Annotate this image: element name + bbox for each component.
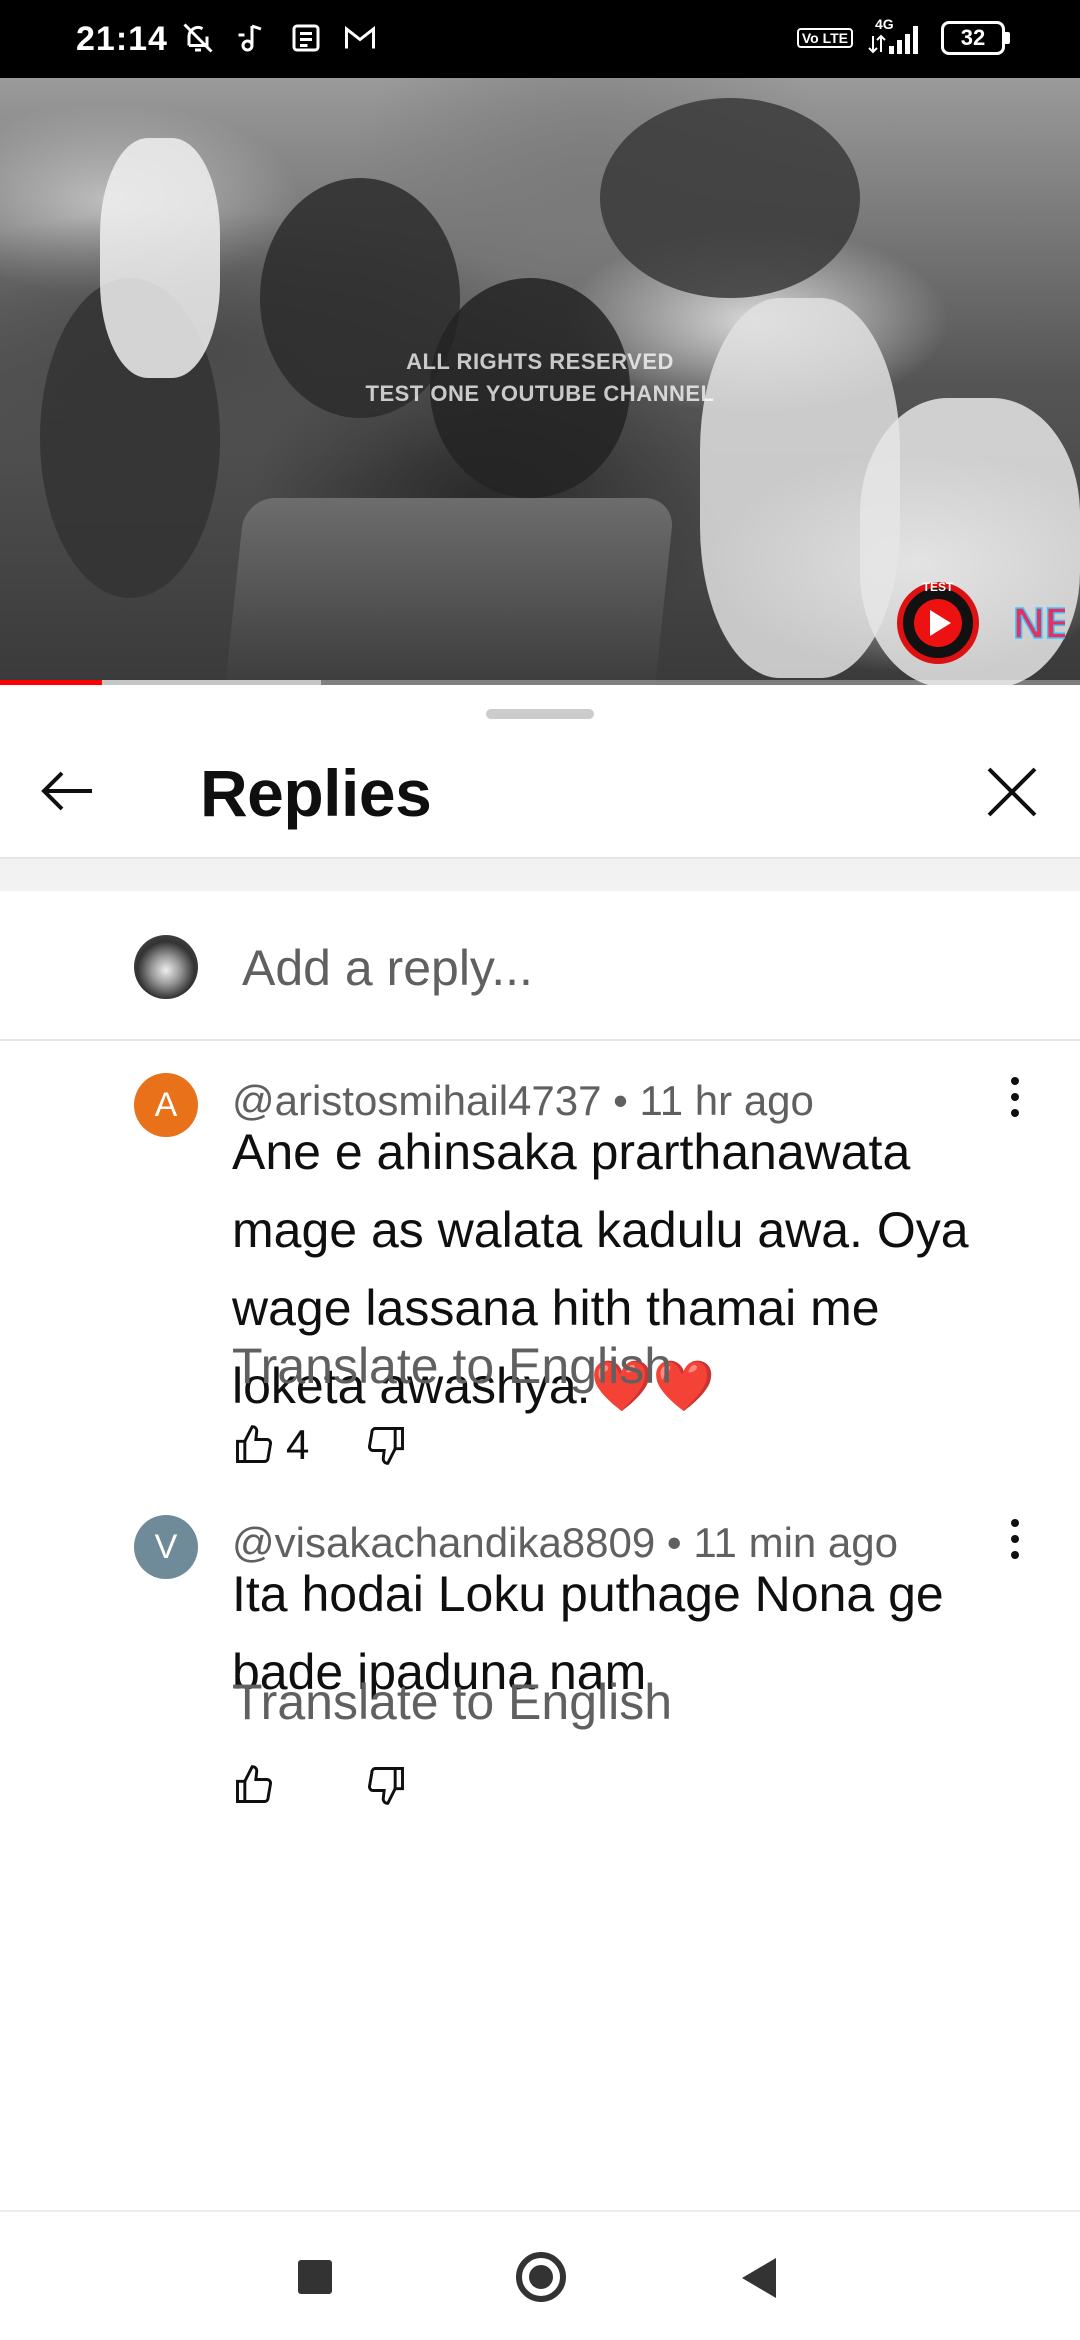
- home-button[interactable]: [516, 2252, 566, 2302]
- avatar: [134, 935, 198, 999]
- close-button[interactable]: [975, 755, 1055, 827]
- video-watermark: ALL RIGHTS RESERVED TEST ONE YOUTUBE CHA…: [340, 346, 740, 410]
- news-icon: [288, 20, 324, 56]
- status-right-icons: Vo LTE 4G 32: [796, 16, 1010, 56]
- translate-button[interactable]: Translate to English: [232, 1337, 672, 1395]
- watermark-line-2: TEST ONE YOUTUBE CHANNEL: [365, 381, 715, 406]
- dot: [1011, 1535, 1019, 1543]
- dislike-icon[interactable]: [364, 1763, 408, 1807]
- add-reply-bar[interactable]: [0, 891, 1080, 1041]
- network-type: 4G: [875, 16, 894, 32]
- drag-handle[interactable]: [486, 709, 594, 719]
- header-divider: [0, 857, 1080, 891]
- comment-actions: [232, 1763, 408, 1807]
- video-frame-machine: [225, 498, 675, 685]
- video-frame-shape: [100, 138, 220, 378]
- like-icon[interactable]: [232, 1763, 276, 1807]
- dot: [1011, 1093, 1019, 1101]
- commenter-avatar[interactable]: A: [134, 1073, 198, 1137]
- battery-icon: 32: [941, 21, 1010, 55]
- close-icon: [987, 767, 1037, 817]
- dot: [1011, 1519, 1019, 1527]
- music-note-icon: [234, 20, 270, 56]
- gmail-icon: [342, 20, 378, 56]
- dislike-icon[interactable]: [364, 1423, 408, 1467]
- home-icon: [529, 2265, 553, 2289]
- replies-sheet: Replies A @aristosmihail4737 • 11 hr ago…: [0, 685, 1080, 2210]
- back-button[interactable]: [30, 755, 102, 827]
- like-count: 4: [286, 1421, 310, 1468]
- svg-text:TEST: TEST: [923, 580, 954, 594]
- watermark-line-1: ALL RIGHTS RESERVED: [406, 349, 674, 374]
- notifications-off-icon: [180, 20, 216, 56]
- video-frame-shape: [600, 98, 860, 298]
- status-time: 21:14: [76, 20, 168, 58]
- channel-logo-icon: TEST NE: [897, 580, 1065, 664]
- sheet-header: Replies: [0, 725, 1080, 850]
- commenter-avatar[interactable]: V: [134, 1515, 198, 1579]
- arrow-left-icon: [41, 771, 92, 811]
- battery-level: 32: [941, 21, 1005, 55]
- recent-apps-button[interactable]: [298, 2260, 332, 2294]
- volte-icon: Vo LTE: [796, 28, 853, 48]
- add-reply-input[interactable]: [242, 933, 1002, 1003]
- dot: [1011, 1077, 1019, 1085]
- svg-text:NE: NE: [1013, 599, 1065, 648]
- system-navigation-bar: [0, 2210, 1080, 2340]
- status-notification-icons: [180, 20, 378, 56]
- comment-actions: 4: [232, 1421, 408, 1469]
- video-player[interactable]: ALL RIGHTS RESERVED TEST ONE YOUTUBE CHA…: [0, 78, 1080, 685]
- sheet-title: Replies: [200, 756, 432, 830]
- like-icon[interactable]: [232, 1423, 276, 1467]
- status-bar: 21:14 Vo LTE 4G 32: [0, 0, 1080, 78]
- translate-button[interactable]: Translate to English: [232, 1673, 672, 1731]
- back-nav-button[interactable]: [742, 2258, 776, 2298]
- signal-icon: 4G: [867, 16, 927, 56]
